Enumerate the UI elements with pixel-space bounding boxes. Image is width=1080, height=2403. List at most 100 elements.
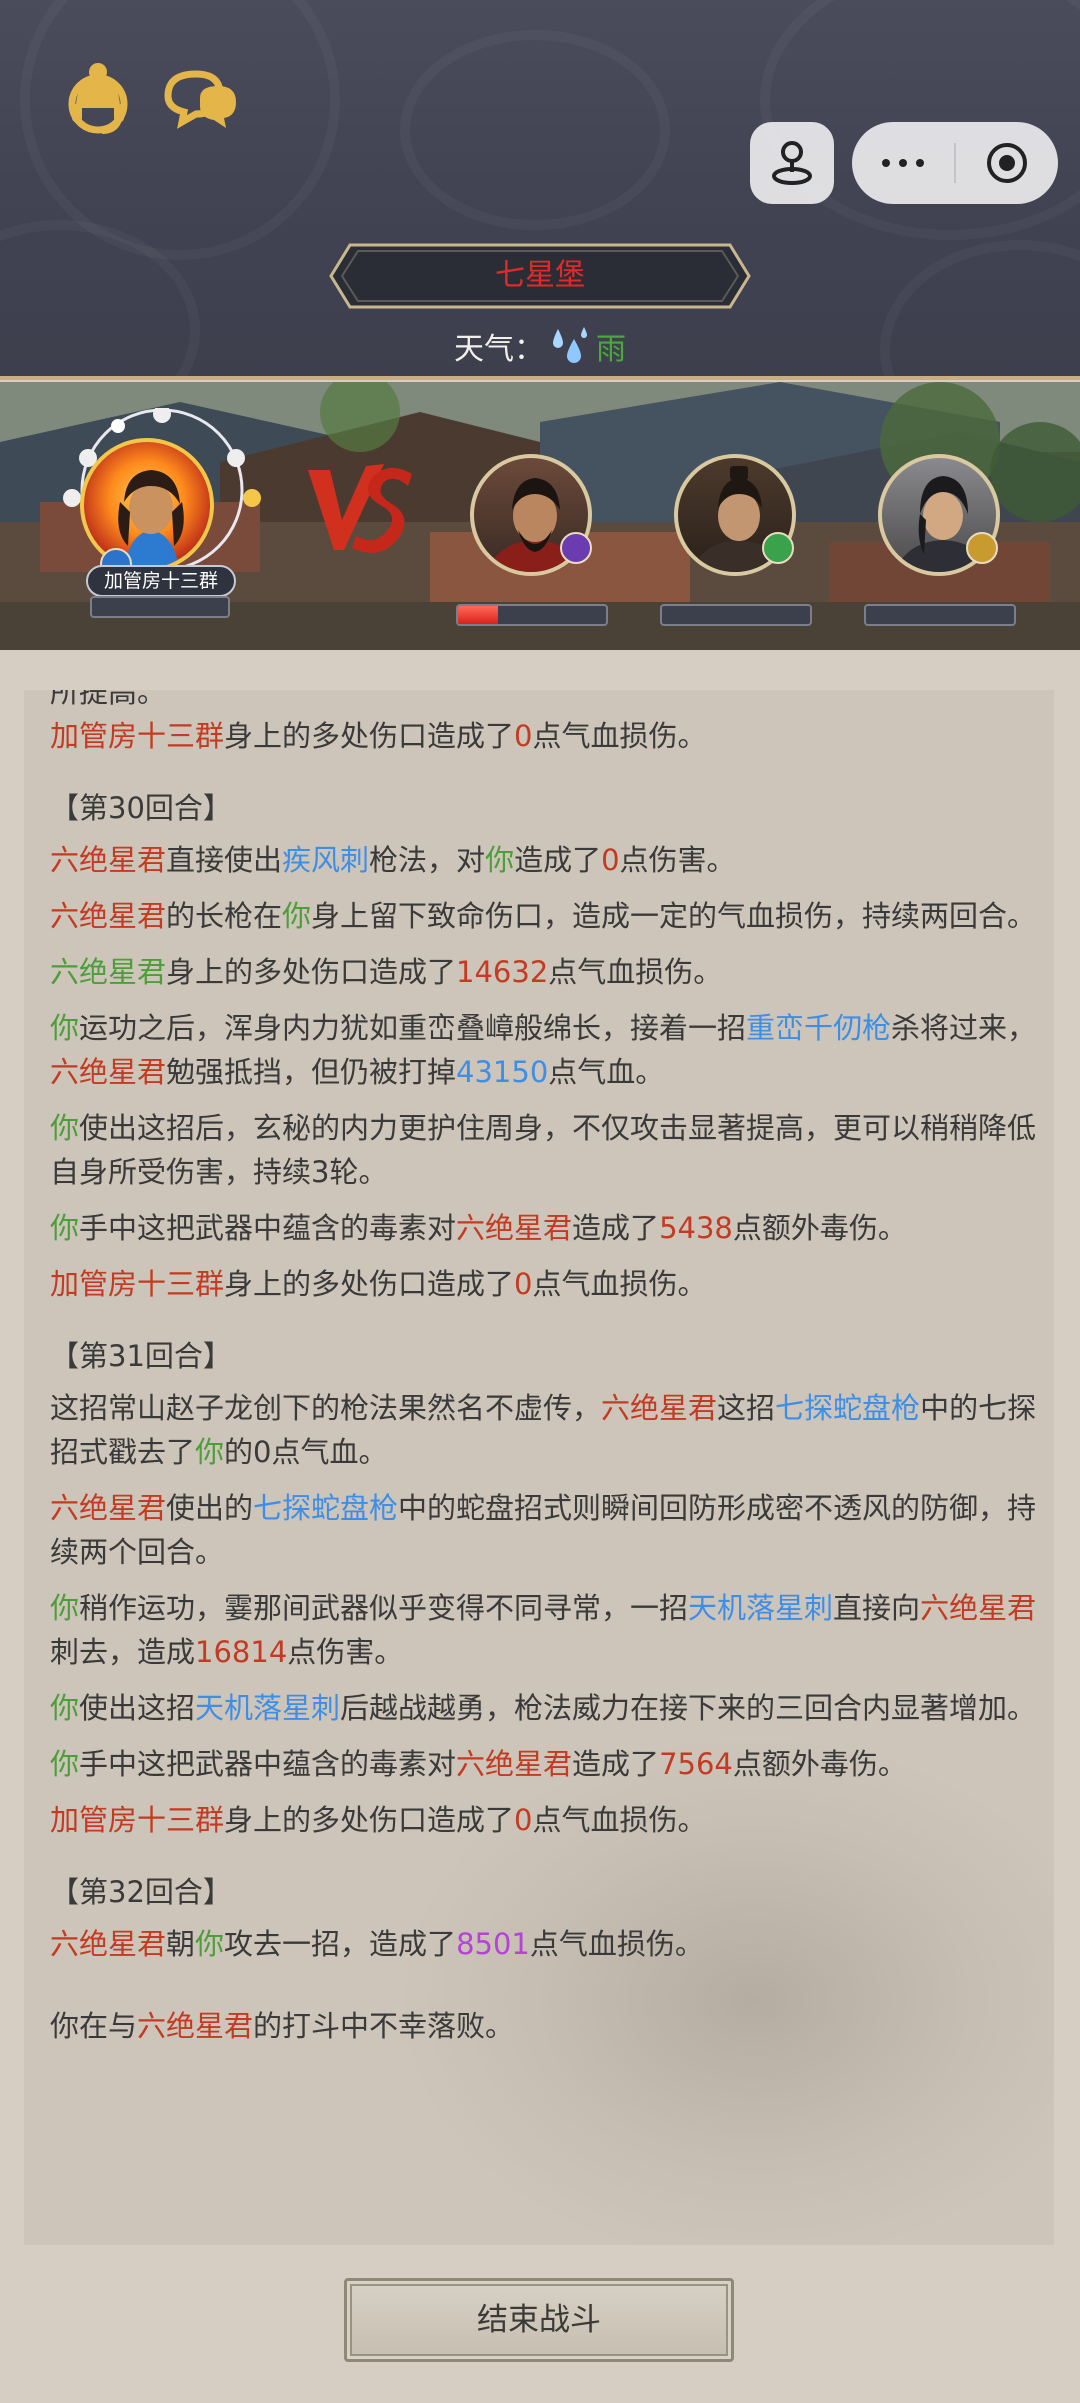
end-battle-button[interactable]: 结束战斗 [344,2278,734,2362]
log-entry: 加管房十三群身上的多处伤口造成了0点气血损伤。 [50,1798,1046,1842]
log-text: 这招 [717,1391,776,1425]
log-text: 攻去一招，造成了 [224,1927,457,1961]
log-text: 点气血损伤。 [532,719,707,753]
highlight-text: 重峦千仞枪 [746,1011,892,1045]
highlight-text: 16814 [195,1635,288,1669]
highlight-text: 六绝星君 [50,1927,167,1961]
highlight-text: 加管房十三群 [50,719,225,753]
log-text: 造成了 [572,1211,660,1245]
battle-result: 你在与六绝星君的打斗中不幸落败。 [50,2004,1046,2048]
close-button[interactable] [956,122,1058,204]
log-text: 直接使出 [166,843,283,877]
log-text: 朝 [166,1927,196,1961]
more-icon [882,159,924,167]
log-text: 点额外毒伤。 [732,1747,907,1781]
highlight-text: 0 [514,1803,533,1837]
joystick-icon [772,141,812,185]
log-entry: 六绝星君使出的七探蛇盘枪中的蛇盘招式则瞬间回防形成密不透风的防御，持续两个回合。 [50,1486,1046,1574]
mini-program-capsule [852,122,1058,204]
top-header: 七星堡 天气： 雨 [0,0,1080,380]
highlight-text: 你 [50,1591,80,1625]
highlight-text: 你 [485,843,515,877]
log-text: 杀将过来， [891,1011,1037,1045]
log-text: 后越战越勇，枪法威力在接下来的三回合内显著增加。 [340,1691,1037,1725]
highlight-text: 0 [601,843,620,877]
vs-icon [308,464,412,553]
round-header: 【第32回合】 [50,1875,232,1909]
highlight-text: 加管房十三群 [50,1267,225,1301]
highlight-text: 你 [50,1211,80,1245]
log-text: 点气血损伤。 [532,1803,707,1837]
log-entry: 你运功之后，浑身内力犹如重峦叠嶂般绵长，接着一招重峦千仞枪杀将过来， 六绝星君勉强… [50,1006,1046,1094]
highlight-text: 六绝星君 [920,1591,1037,1625]
player-portrait[interactable] [80,438,214,572]
log-text: 身上的多处伤口造成了 [224,1803,515,1837]
highlight-text: 你 [195,1435,225,1469]
highlight-text: 加管房十三群 [50,1803,225,1837]
highlight-text: 8501 [456,1927,530,1961]
log-entry: 你稍作运功，霎那间武器似乎变得不同寻常，一招天机落星刺直接向六绝星君刺去，造成1… [50,1586,1046,1674]
log-text: 的打斗中不幸落败。 [253,2009,515,2043]
more-button[interactable] [852,122,954,204]
chat-icon[interactable] [160,60,240,140]
highlight-text: 0 [514,1267,533,1301]
highlight-text: 你 [50,1011,80,1045]
highlight-text: 5438 [659,1211,733,1245]
log-entry: 六绝星君身上的多处伤口造成了14632点气血损伤。 [50,950,1046,994]
log-text: 点额外毒伤。 [732,1211,907,1245]
location-name: 七星堡 [495,258,585,293]
highlight-text: 7564 [659,1747,733,1781]
enemy-hp-bar-2 [660,604,812,626]
log-entry: 加管房十三群身上的多处伤口造成了0点气血损伤。 [50,714,1046,758]
battle-log-panel[interactable]: 所提高。 加管房十三群身上的多处伤口造成了0点气血损伤。 【第30回合】 六绝星… [24,690,1054,2245]
log-text: 的0点气血。 [224,1435,388,1469]
weather-label: 天气： [454,332,544,367]
log-text: 身上的多处伤口造成了 [166,955,457,989]
log-text: 身上的多处伤口造成了 [224,1267,515,1301]
player-name: 加管房十三群 [86,565,236,597]
log-text: 使出的 [166,1491,254,1525]
highlight-text: 你 [50,1111,80,1145]
highlight-text: 天机落星刺 [688,1591,834,1625]
highlight-text: 43150 [456,1055,549,1089]
enemy-sect-badge-icon [762,532,794,564]
highlight-text: 七探蛇盘枪 [775,1391,921,1425]
log-entry: 加管房十三群身上的多处伤口造成了0点气血损伤。 [50,1262,1046,1306]
highlight-text: 六绝星君 [50,1055,167,1089]
log-text: 使出这招后，玄秘的内力更护住周身，不仅攻击显著提高，更可以稍稍降低自身所受伤害，… [50,1111,1037,1189]
highlight-text: 六绝星君 [456,1211,573,1245]
customer-service-icon[interactable] [58,60,138,140]
highlight-text: 六绝星君 [601,1391,718,1425]
log-text: 稍作运功，霎那间武器似乎变得不同寻常，一招 [79,1591,689,1625]
rain-icon [553,327,587,363]
highlight-text: 天机落星刺 [195,1691,341,1725]
player-hp-bar [90,596,230,618]
log-text: 点气血损伤。 [529,1927,704,1961]
joystick-button[interactable] [750,122,834,204]
log-text: 身上的多处伤口造成了 [224,719,515,753]
log-entry: 你使出这招天机落星刺后越战越勇，枪法威力在接下来的三回合内显著增加。 [50,1686,1046,1730]
round-header: 【第30回合】 [50,791,232,825]
highlight-text: 六绝星君 [50,955,167,989]
log-text: 使出这招 [79,1691,196,1725]
log-text: 点伤害。 [619,843,736,877]
log-text: 点伤害。 [287,1635,404,1669]
clipped-log-line: 所提高。 [50,690,167,709]
log-text: 这招常山赵子龙创下的枪法果然名不虚传， [50,1391,602,1425]
log-text: 手中这把武器中蕴含的毒素对 [79,1747,457,1781]
highlight-text: 六绝星君 [137,2009,254,2043]
weather-row: 天气： 雨 [0,320,1080,372]
log-text: 的长枪在 [166,899,283,933]
log-text: 枪法，对 [369,843,486,877]
highlight-text: 你 [195,1927,225,1961]
highlight-text: 六绝星君 [50,899,167,933]
enemy-hp-fill-1 [458,606,498,624]
battle-banner: 加管房十三群 [0,382,1080,650]
battle-log: 所提高。 加管房十三群身上的多处伤口造成了0点气血损伤。 【第30回合】 六绝星… [50,690,1046,2060]
log-entry: 六绝星君直接使出疾风刺枪法，对你造成了0点伤害。 [50,838,1046,882]
highlight-text: 14632 [456,955,549,989]
enemy-hp-bar-1 [456,604,608,626]
log-text: 造成了 [514,843,602,877]
log-text: 直接向 [833,1591,921,1625]
log-entry: 六绝星君的长枪在你身上留下致命伤口，造成一定的气血损伤，持续两回合。 [50,894,1046,938]
